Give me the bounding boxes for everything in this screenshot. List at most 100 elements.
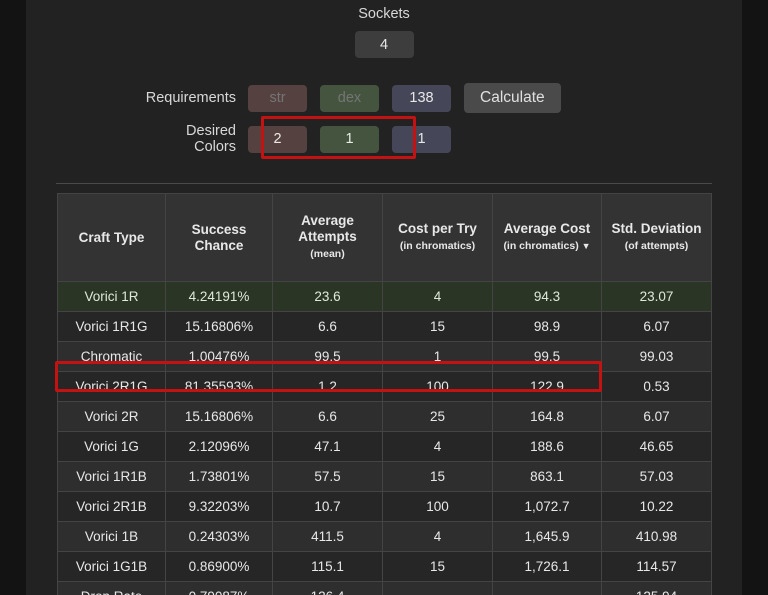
cell-craft-type: Vorici 1G xyxy=(57,431,166,462)
cell-average-attempts: 57.5 xyxy=(272,461,383,492)
desired-colors-row: Desired Colors xyxy=(26,119,742,159)
cell-std-deviation: 46.65 xyxy=(601,431,712,462)
table-row[interactable]: Vorici 1R 4.24191% 23.6 4 94.3 23.07 xyxy=(57,281,712,312)
cell-craft-type: Vorici 1R1G xyxy=(57,311,166,342)
cell-average-attempts: 10.7 xyxy=(272,491,383,522)
results-table-head: Craft Type Success Chance Average Attemp… xyxy=(57,193,712,282)
cell-average-cost: 1,645.9 xyxy=(492,521,602,552)
cell-average-attempts: 23.6 xyxy=(272,281,383,312)
cell-average-cost: 188.6 xyxy=(492,431,602,462)
table-row[interactable]: Vorici 1G1B 0.86900% 115.1 15 1,726.1 114.57 xyxy=(57,551,712,582)
cell-average-attempts: 99.5 xyxy=(272,341,383,372)
cell-std-deviation: 125.94 xyxy=(601,581,712,595)
requirement-strength-input[interactable] xyxy=(248,84,307,112)
cell-success-chance: 9.32203% xyxy=(165,491,273,522)
column-header-success-chance-title: Success Chance xyxy=(191,221,247,253)
sort-descending-icon[interactable]: ▼ xyxy=(582,241,591,251)
cell-cost-per-try: 4 xyxy=(382,521,493,552)
page-root: Sockets Requirements Calculate Desired C… xyxy=(0,0,768,595)
requirement-dexterity-input[interactable] xyxy=(320,84,379,112)
cell-std-deviation: 114.57 xyxy=(601,551,712,582)
table-row[interactable]: Vorici 2R1G 81.35593% 1.2 100 122.9 0.53 xyxy=(57,371,712,402)
cell-average-cost: - xyxy=(492,581,602,595)
table-row[interactable]: Drop Rate0.79087%126.4--125.94 xyxy=(57,581,712,595)
table-row[interactable]: Vorici 2R 15.16806% 6.6 25 164.8 6.07 xyxy=(57,401,712,432)
cell-average-cost: 1,726.1 xyxy=(492,551,602,582)
sockets-field-group: Sockets xyxy=(26,6,742,58)
cell-cost-per-try: - xyxy=(382,581,493,595)
column-header-average-cost-sub-text: (in chromatics) xyxy=(503,240,579,252)
cell-average-attempts: 1.2 xyxy=(272,371,383,402)
requirements-label: Requirements xyxy=(145,90,236,106)
requirements-row: Requirements Calculate xyxy=(26,78,742,118)
results-table-body: Vorici 1R 4.24191% 23.6 4 94.3 23.07 Vorici 1R… xyxy=(57,281,712,595)
cell-std-deviation: 0.53 xyxy=(601,371,712,402)
column-header-average-attempts[interactable]: Average Attempts (mean) xyxy=(272,193,383,282)
results-table: Craft Type Success Chance Average Attemp… xyxy=(57,193,712,595)
cell-success-chance: 1.73801% xyxy=(165,461,273,492)
table-row[interactable]: Vorici 1B 0.24303% 411.5 4 1,645.9 410.98 xyxy=(57,521,712,552)
cell-cost-per-try: 15 xyxy=(382,551,493,582)
cell-average-attempts: 411.5 xyxy=(272,521,383,552)
cell-cost-per-try: 15 xyxy=(382,311,493,342)
sockets-input[interactable] xyxy=(354,31,414,58)
column-header-cost-per-try-sub: (in chromatics) xyxy=(399,240,476,252)
desired-green-input[interactable] xyxy=(320,125,379,153)
desired-colors-label: Desired Colors xyxy=(26,123,248,155)
cell-cost-per-try: 4 xyxy=(382,431,493,462)
cell-average-attempts: 115.1 xyxy=(272,551,383,582)
cell-std-deviation: 6.07 xyxy=(601,311,712,342)
table-row[interactable]: Chromatic 1.00476% 99.5 1 99.5 99.03 xyxy=(57,341,712,372)
column-header-cost-per-try[interactable]: Cost per Try (in chromatics) xyxy=(382,193,493,282)
cell-average-cost: 863.1 xyxy=(492,461,602,492)
cell-success-chance: 2.12096% xyxy=(165,431,273,462)
cell-craft-type: Chromatic xyxy=(57,341,166,372)
cell-cost-per-try: 4 xyxy=(382,281,493,312)
section-divider xyxy=(56,183,712,184)
cell-craft-type: Vorici 2R1B xyxy=(57,491,166,522)
table-row[interactable]: Vorici 2R1B 9.32203% 10.7 100 1,072.7 10.22 xyxy=(57,491,712,522)
cell-average-attempts: 126.4 xyxy=(272,581,383,595)
cell-success-chance: 81.35593% xyxy=(165,371,273,402)
cell-cost-per-try: 15 xyxy=(382,461,493,492)
cell-craft-type: Vorici 1G1B xyxy=(57,551,166,582)
column-header-average-cost-sub: (in chromatics) ▼ xyxy=(496,239,598,254)
column-header-average-attempts-sub: (mean) xyxy=(310,248,345,260)
content-container: Sockets Requirements Calculate Desired C… xyxy=(26,0,742,595)
cell-success-chance: 0.24303% xyxy=(165,521,273,552)
table-row[interactable]: Vorici 1R1B 1.73801% 57.5 15 863.1 57.03 xyxy=(57,461,712,492)
sockets-label: Sockets xyxy=(358,6,410,22)
cell-average-cost: 98.9 xyxy=(492,311,602,342)
desired-red-input[interactable] xyxy=(248,125,307,153)
column-header-average-cost[interactable]: Average Cost (in chromatics) ▼ xyxy=(492,193,602,282)
cell-craft-type: Vorici 1B xyxy=(57,521,166,552)
column-header-std-deviation[interactable]: Std. Deviation (of attempts) xyxy=(601,193,712,282)
cell-craft-type: Vorici 1R xyxy=(57,281,166,312)
cell-cost-per-try: 25 xyxy=(382,401,493,432)
table-row[interactable]: Vorici 1G 2.12096% 47.1 4 188.6 46.65 xyxy=(57,431,712,462)
cell-craft-type: Drop Rate xyxy=(57,581,166,595)
cell-average-attempts: 6.6 xyxy=(272,311,383,342)
calculate-button[interactable]: Calculate xyxy=(464,83,561,113)
cell-average-attempts: 6.6 xyxy=(272,401,383,432)
column-header-craft-type[interactable]: Craft Type xyxy=(57,193,166,282)
cell-success-chance: 15.16806% xyxy=(165,401,273,432)
cell-average-attempts: 47.1 xyxy=(272,431,383,462)
column-header-cost-per-try-title: Cost per Try xyxy=(398,221,477,236)
requirements-fields: Calculate xyxy=(248,83,561,113)
desired-blue-input[interactable] xyxy=(392,125,451,153)
cell-average-cost: 1,072.7 xyxy=(492,491,602,522)
cell-average-cost: 122.9 xyxy=(492,371,602,402)
cell-success-chance: 15.16806% xyxy=(165,311,273,342)
column-header-success-chance[interactable]: Success Chance xyxy=(165,193,273,282)
cell-std-deviation: 410.98 xyxy=(601,521,712,552)
column-header-average-attempts-title: Average Attempts xyxy=(298,213,357,244)
requirement-intelligence-input[interactable] xyxy=(392,84,451,112)
table-header-row: Craft Type Success Chance Average Attemp… xyxy=(57,193,712,282)
column-header-std-deviation-title: Std. Deviation xyxy=(611,221,702,236)
table-row[interactable]: Vorici 1R1G 15.16806% 6.6 15 98.9 6.07 xyxy=(57,311,712,342)
desired-colors-fields xyxy=(248,125,451,153)
results-table-wrapper: Craft Type Success Chance Average Attemp… xyxy=(57,193,712,595)
cell-average-cost: 99.5 xyxy=(492,341,602,372)
cell-craft-type: Vorici 1R1B xyxy=(57,461,166,492)
